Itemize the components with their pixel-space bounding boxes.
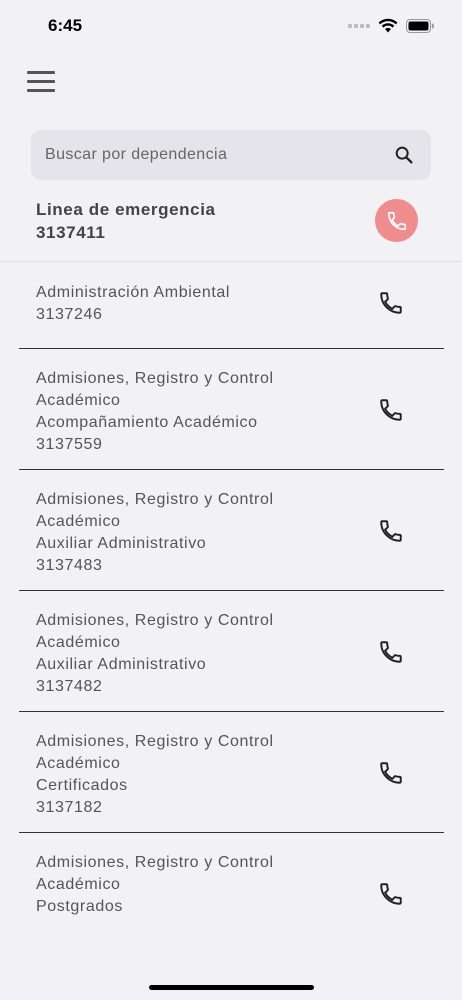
contact-dependency-cont: Académico: [36, 513, 121, 530]
list-item: Admisiones, Registro y Control Académico…: [19, 470, 444, 591]
status-time: 6:45: [48, 16, 83, 35]
contact-list: Administración Ambiental 3137246 Admisio…: [19, 263, 444, 933]
contact-number: 3137182: [36, 799, 103, 816]
contact-dependency: Admisiones, Registro y Control: [36, 491, 274, 508]
phone-icon[interactable]: [378, 760, 404, 786]
list-item: Admisiones, Registro y Control Académico…: [19, 591, 444, 712]
contact-dependency: Admisiones, Registro y Control: [36, 854, 274, 871]
contact-number: 3137246: [36, 306, 103, 323]
emergency-number: 3137411: [36, 223, 106, 242]
phone-icon[interactable]: [378, 518, 404, 544]
battery-icon: [406, 18, 434, 33]
list-item: Administración Ambiental 3137246: [19, 263, 444, 349]
contact-number: 3137559: [36, 436, 103, 453]
contact-dependency: Administración Ambiental: [36, 284, 231, 301]
emergency-call-button[interactable]: [375, 199, 418, 242]
phone-icon[interactable]: [378, 881, 404, 907]
signal-icon: [348, 23, 370, 28]
contact-number: 3137482: [36, 678, 103, 695]
search-icon[interactable]: [393, 144, 415, 166]
contact-dependency: Admisiones, Registro y Control: [36, 370, 274, 387]
phone-icon[interactable]: [378, 397, 404, 423]
phone-icon[interactable]: [378, 290, 404, 316]
wifi-icon: [378, 18, 398, 33]
list-item: Admisiones, Registro y Control Académico…: [19, 349, 444, 470]
contact-dependency-cont: Académico: [36, 755, 121, 772]
contact-dependency: Admisiones, Registro y Control: [36, 612, 274, 629]
menu-icon[interactable]: [27, 71, 55, 93]
status-bar: 6:45: [0, 0, 462, 52]
emergency-line: Linea de emergencia 3137411: [0, 190, 462, 262]
list-item: Admisiones, Registro y Control Académico…: [19, 833, 444, 933]
status-icons: [348, 18, 434, 33]
phone-icon: [387, 211, 406, 230]
contact-area: Postgrados: [36, 898, 123, 915]
home-indicator[interactable]: [149, 985, 314, 990]
contact-area: Certificados: [36, 777, 128, 794]
contact-dependency-cont: Académico: [36, 634, 121, 651]
emergency-title: Linea de emergencia: [36, 200, 216, 219]
contact-area: Auxiliar Administrativo: [36, 535, 207, 552]
contact-number: 3137483: [36, 557, 103, 574]
contact-area: Acompañamiento Académico: [36, 414, 258, 431]
phone-icon[interactable]: [378, 639, 404, 665]
search-bar: [31, 130, 431, 180]
search-input[interactable]: [45, 130, 375, 180]
list-item: Admisiones, Registro y Control Académico…: [19, 712, 444, 833]
contact-area: Auxiliar Administrativo: [36, 656, 207, 673]
contact-dependency: Admisiones, Registro y Control: [36, 733, 274, 750]
contact-dependency-cont: Académico: [36, 392, 121, 409]
contact-dependency-cont: Académico: [36, 876, 121, 893]
